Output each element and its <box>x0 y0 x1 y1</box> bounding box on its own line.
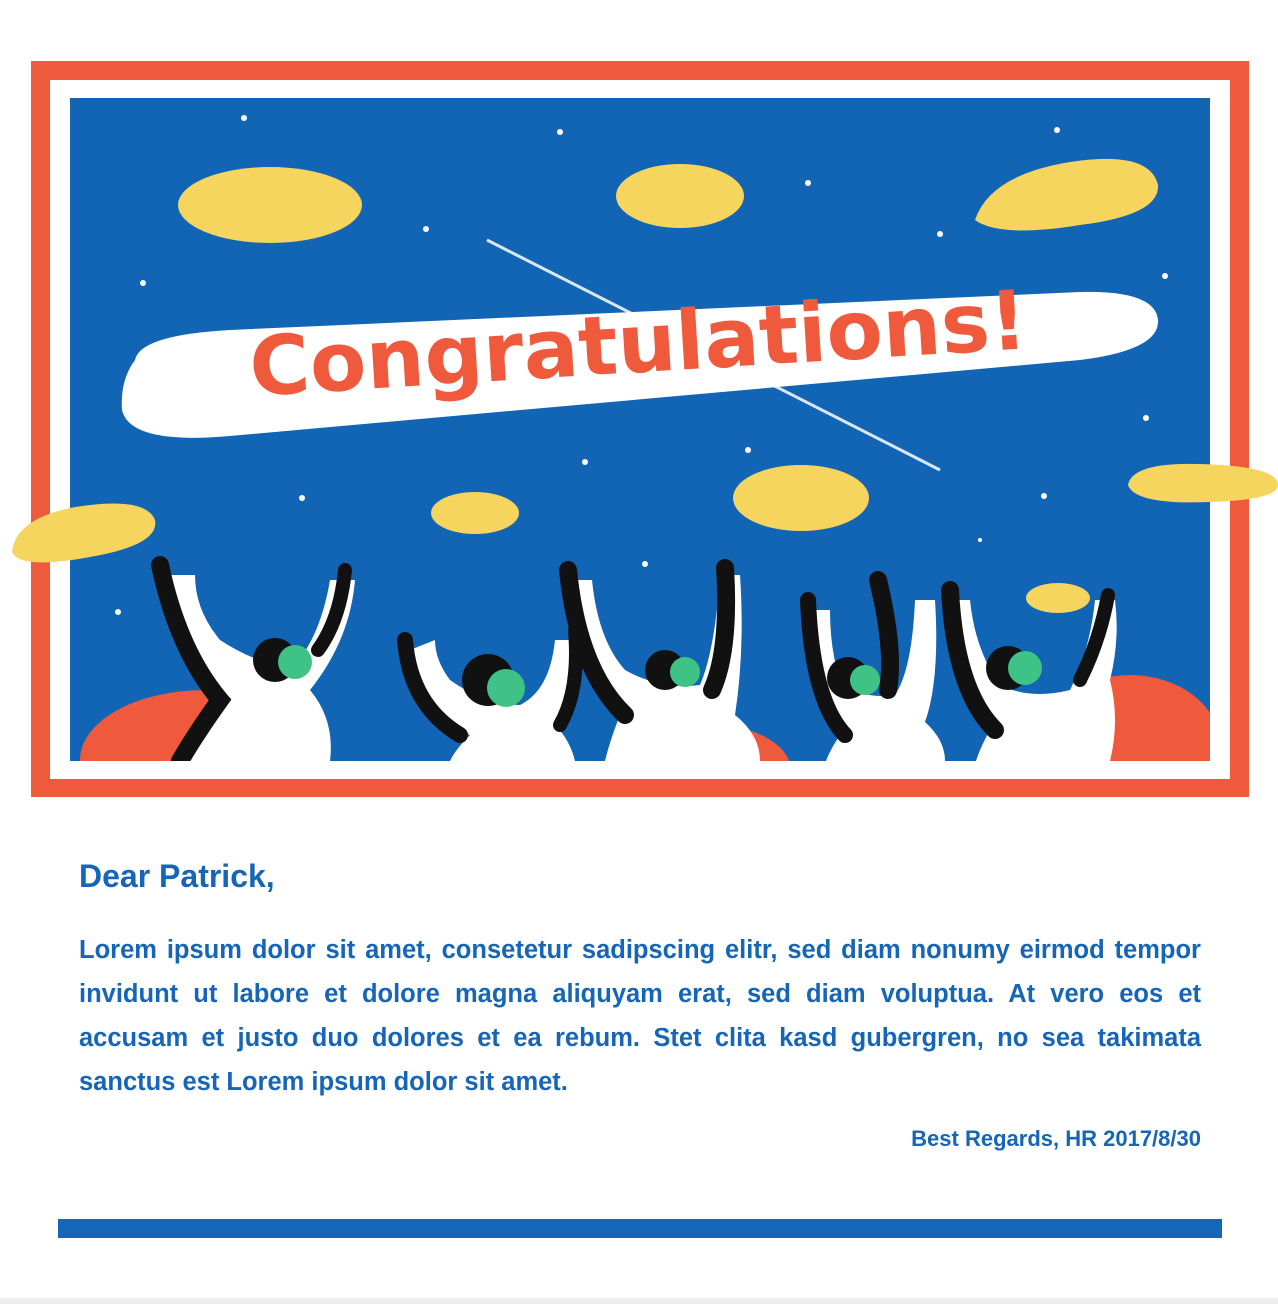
signature: Best Regards, HR 2017/8/30 <box>911 1126 1201 1151</box>
frame-blob-right <box>1128 463 1278 503</box>
congratulations-banner: Congratulations! <box>0 0 1278 800</box>
greeting: Dear Patrick, <box>79 858 275 894</box>
letter-body: Lorem ipsum dolor sit amet, consetetur s… <box>79 936 1201 1096</box>
footer-bar <box>58 1219 1222 1238</box>
face-1 <box>278 645 312 679</box>
face-3 <box>670 657 700 687</box>
face-5 <box>1008 651 1042 685</box>
face-4 <box>850 665 880 695</box>
bottom-edge <box>0 1298 1278 1304</box>
celebration-illustration: Congratulations! <box>12 61 1278 797</box>
face-2 <box>487 669 525 707</box>
